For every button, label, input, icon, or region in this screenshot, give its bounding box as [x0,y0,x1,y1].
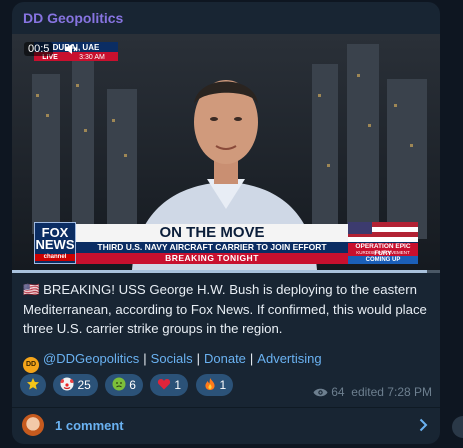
us-flag-emoji: 🇺🇸 [23,282,40,297]
reaction-count: 1 [174,378,182,392]
separator: | [249,351,254,366]
edited-time: edited 7:28 PM [351,385,432,399]
chevron-right-icon [419,418,428,432]
separator: | [196,351,200,366]
dd-badge-icon: DD [23,357,39,373]
speaker-muted-icon[interactable] [64,42,78,56]
channel-links: DD @DDGeopolitics | Socials | Donate | Advertis… [23,350,433,373]
clock-label: 3:30 AM [79,54,105,61]
side-subtitle: KURDISH INVOLVEMENT [356,250,410,255]
reaction-nauseated[interactable]: 6 [105,374,143,396]
chyron-subheadline: THIRD U.S. NAVY AIRCRAFT CARRIER TO JOIN… [76,242,348,253]
reaction-count: 25 [77,378,91,392]
message-body: BREAKING! USS George H.W. Bush is deploy… [23,282,427,336]
network-sub: channel [35,254,75,261]
comments-button[interactable]: 1 comment [12,408,440,444]
nauseated-face-icon [112,377,126,391]
view-count: 64 [331,385,345,399]
reaction-count: 6 [129,378,136,392]
reaction-clown[interactable]: 25 [53,374,98,396]
eye-icon [313,388,328,397]
channel-name[interactable]: DD Geopolitics [23,10,123,26]
fire-icon [204,378,215,390]
reactions-bar: 25 6 1 1 [20,374,236,396]
video-progress-bar[interactable] [12,270,440,273]
message-meta: 64 edited 7:28 PM [313,385,432,399]
video-progress-fill [12,270,428,273]
share-button-edge[interactable] [452,416,463,438]
reaction-count: 1 [219,378,227,392]
heart-icon [158,379,171,390]
star-icon [27,378,39,390]
message-text: 🇺🇸 BREAKING! USS George H.W. Bush is dep… [23,280,433,339]
socials-link[interactable]: Socials [151,351,193,366]
reaction-heart[interactable]: 1 [150,374,189,396]
coming-up-box: OPERATION EPIC FURY KURDISH INVOLVEMENT … [348,222,418,264]
chyron-ticker: BREAKING TONIGHT [76,253,348,264]
reaction-star[interactable] [20,374,46,396]
video-player[interactable]: DUBAI, UAE LIVE 3:30 AM 00:5 FOX NEWS ch… [12,34,440,270]
handle-link[interactable]: @DDGeopolitics [43,351,139,366]
reaction-fire[interactable]: 1 [195,374,234,396]
network-name-line2: NEWS [35,237,75,252]
fox-news-logo: FOX NEWS channel [34,222,76,264]
separator: | [143,351,147,366]
us-flag-icon [348,222,418,242]
clown-face-icon [60,377,75,391]
chyron-headline: ON THE MOVE [76,224,348,242]
advertising-link[interactable]: Advertising [257,351,321,366]
video-time: 00:5 [24,42,54,56]
side-footer: COMING UP [348,256,418,264]
message-bubble: DD Geopolitics UAE LIVE 3:30 AM 00:5 FOX… [12,2,440,444]
comments-label: 1 comment [55,418,124,433]
donate-link[interactable]: Donate [204,351,246,366]
commenter-avatar [22,414,44,436]
